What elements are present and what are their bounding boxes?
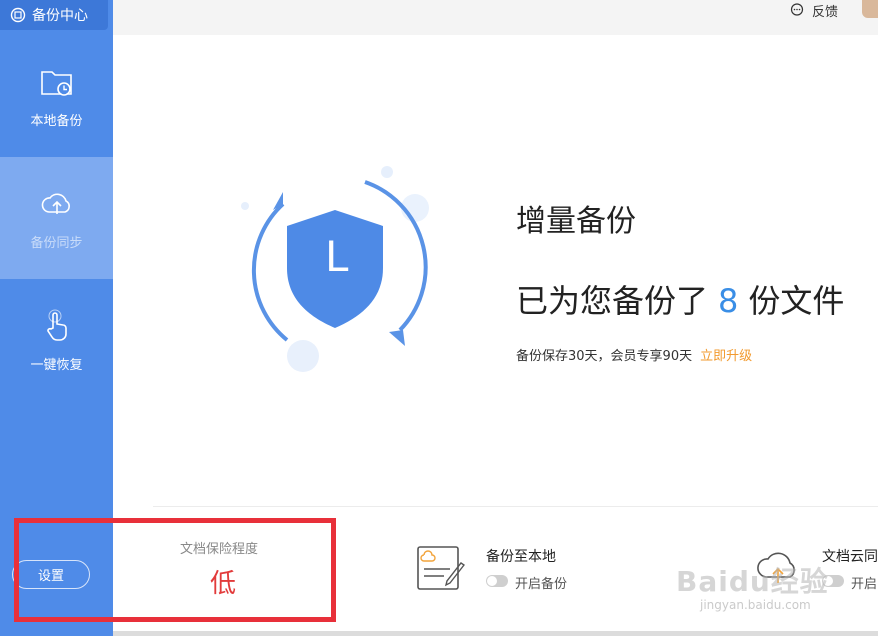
folder-clock-icon <box>40 70 72 96</box>
backup-center-icon <box>10 7 26 23</box>
count-prefix: 已为您备份了 <box>516 282 709 320</box>
cloud-sync-toggle-label: 开启 <box>851 577 878 592</box>
hand-pointer-icon <box>46 309 67 341</box>
sidebar-item-label: 一键恢复 <box>30 357 83 373</box>
top-bar <box>113 0 878 35</box>
retention-text: 备份保存30天，会员专享90天 <box>516 349 693 364</box>
watermark-url: jingyan.baidu.com <box>700 598 811 612</box>
backup-count: 8 <box>718 282 739 320</box>
brand-tab[interactable]: 备份中心 <box>0 0 108 30</box>
backup-count-line: 已为您备份了 8 份文件 <box>516 276 844 322</box>
sidebar-item-label: 备份同步 <box>30 235 83 251</box>
bottom-edge <box>113 631 878 636</box>
page-title: 增量备份 <box>516 204 636 239</box>
brand-label: 备份中心 <box>32 8 88 24</box>
shield-letter: L <box>325 232 349 281</box>
local-backup-toggle[interactable] <box>486 575 508 587</box>
upgrade-link[interactable]: 立即升级 <box>700 349 752 364</box>
sidebar-item-one-click-restore[interactable]: 一键恢复 <box>0 279 113 401</box>
local-document-icon <box>417 546 466 590</box>
watermark-logo: Baidu经验 <box>676 565 829 598</box>
feedback-label: 反馈 <box>812 4 839 20</box>
feedback-link[interactable]: 反馈 <box>790 0 838 20</box>
highlight-annotation <box>14 518 336 622</box>
sidebar-item-label: 本地备份 <box>30 113 83 129</box>
sidebar-item-backup-sync[interactable]: 备份同步 <box>0 157 113 279</box>
retention-note: 备份保存30天，会员专享90天 立即升级 <box>516 345 752 364</box>
count-suffix: 份文件 <box>748 282 845 320</box>
chat-bubble-icon <box>790 3 804 16</box>
avatar[interactable] <box>862 0 878 18</box>
divider <box>153 506 878 507</box>
cloud-upload-icon <box>41 192 70 214</box>
sidebar-item-local-backup[interactable]: 本地备份 <box>0 35 113 157</box>
local-backup-toggle-label: 开启备份 <box>515 577 568 592</box>
backup-to-local-title: 备份至本地 <box>486 549 556 565</box>
cloud-sync-title: 文档云同 <box>822 549 878 565</box>
